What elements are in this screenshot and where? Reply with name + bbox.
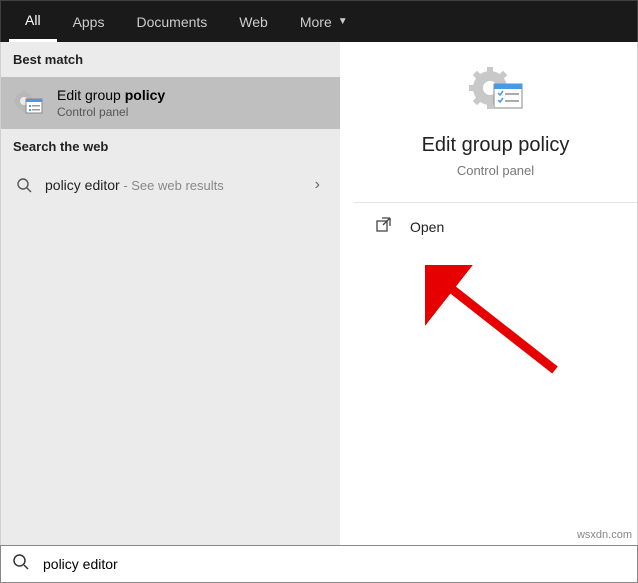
gear-page-icon [13, 87, 45, 119]
open-action[interactable]: Open [354, 203, 637, 251]
preview-gear-icon [354, 64, 637, 120]
tab-all[interactable]: All [9, 1, 57, 42]
open-external-icon [376, 217, 394, 237]
preview-title: Edit group policy [354, 134, 637, 157]
best-match-header: Best match [1, 42, 340, 77]
tab-web[interactable]: Web [223, 1, 284, 42]
preview-pane: Edit group policy Control panel Open [354, 42, 638, 545]
search-icon [13, 554, 29, 575]
chevron-right-icon: › [315, 176, 326, 194]
open-label: Open [410, 219, 444, 235]
chevron-down-icon: ▼ [338, 16, 348, 27]
result-subtitle: Control panel [57, 105, 328, 119]
preview-subtitle: Control panel [354, 163, 637, 178]
search-bar[interactable] [0, 545, 638, 583]
web-result-text: policy editor - See web results [45, 177, 315, 193]
search-web-header: Search the web [1, 129, 340, 164]
results-pane: Best match Edit gr [0, 42, 340, 545]
result-edit-group-policy[interactable]: Edit group policy Control panel [1, 77, 340, 129]
tab-apps[interactable]: Apps [57, 1, 121, 42]
filter-tabs: All Apps Documents Web More ▼ [0, 0, 638, 42]
watermark: wsxdn.com [577, 529, 632, 541]
search-input[interactable] [43, 556, 625, 572]
tab-documents[interactable]: Documents [120, 1, 223, 42]
web-result-item[interactable]: policy editor - See web results › [1, 164, 340, 206]
result-title: Edit group policy [57, 87, 328, 103]
tab-more-label: More [300, 14, 332, 30]
tab-more[interactable]: More ▼ [284, 1, 364, 42]
search-icon [15, 178, 33, 193]
